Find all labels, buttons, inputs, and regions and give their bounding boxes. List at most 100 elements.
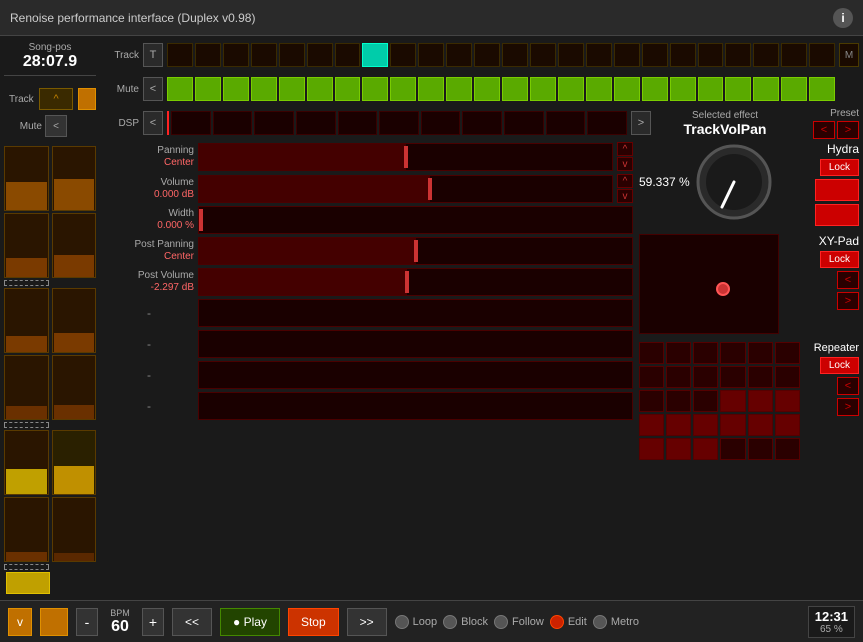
vert-slider-1[interactable] [4, 146, 49, 211]
hydra-red-box-1[interactable] [815, 179, 859, 201]
mute-cell-3[interactable] [251, 77, 277, 101]
bpm-minus-button[interactable]: - [76, 608, 98, 636]
rep-17[interactable] [775, 390, 800, 412]
mute-cell-22[interactable] [781, 77, 807, 101]
track-cell-8[interactable] [390, 43, 416, 67]
mute-cell-12[interactable] [502, 77, 528, 101]
vert-slider-4[interactable] [4, 355, 49, 420]
mute-cell-17[interactable] [642, 77, 668, 101]
hydra-red-box-2[interactable] [815, 204, 859, 226]
rep-5[interactable] [775, 342, 800, 364]
mute-cell-4[interactable] [279, 77, 305, 101]
metro-toggle[interactable]: Metro [593, 615, 639, 629]
dsp-cell-4[interactable] [296, 111, 336, 135]
stop-button[interactable]: Stop [288, 608, 339, 636]
play-button[interactable]: ● Play [220, 608, 280, 636]
rep-9[interactable] [720, 366, 745, 388]
track-cell-11[interactable] [474, 43, 500, 67]
rep-3[interactable] [720, 342, 745, 364]
mute-cell-13[interactable] [530, 77, 556, 101]
rep-11[interactable] [775, 366, 800, 388]
track-cell-17[interactable] [642, 43, 668, 67]
xy-pad-canvas[interactable] [639, 234, 779, 334]
rep-6[interactable] [639, 366, 664, 388]
post-panning-thumb[interactable] [414, 240, 418, 262]
rep-27[interactable] [720, 438, 745, 460]
volume-thumb[interactable] [428, 178, 432, 200]
mute-cell-6[interactable] [335, 77, 361, 101]
volume-slider[interactable] [198, 175, 613, 203]
track-nav-left[interactable]: T [143, 43, 163, 67]
rep-13[interactable] [666, 390, 691, 412]
preset-prev-btn[interactable]: < [813, 121, 835, 139]
panning-dn-btn[interactable]: v [617, 157, 633, 171]
rep-10[interactable] [748, 366, 773, 388]
rewind-button[interactable]: << [172, 608, 212, 636]
track-cell-22[interactable] [781, 43, 807, 67]
track-cell-6[interactable] [335, 43, 361, 67]
v-button[interactable]: v [8, 608, 32, 636]
track-cell-2[interactable] [223, 43, 249, 67]
preset-next-btn[interactable]: > [837, 121, 859, 139]
volume-up-btn[interactable]: ^ [617, 174, 633, 188]
edit-toggle[interactable]: Edit [550, 615, 587, 629]
repeater-lock-button[interactable]: Lock [820, 357, 859, 374]
panning-thumb[interactable] [404, 146, 408, 168]
vert-slider-3[interactable] [4, 288, 49, 353]
dsp-cell-7[interactable] [421, 111, 461, 135]
rep-29[interactable] [775, 438, 800, 460]
dsp-cell-8[interactable] [462, 111, 502, 135]
forward-button[interactable]: >> [347, 608, 387, 636]
knob-svg[interactable] [694, 142, 774, 222]
track-cell-13[interactable] [530, 43, 556, 67]
vert-slider-r2[interactable] [52, 213, 97, 278]
mute-nav-btn[interactable]: < [45, 115, 67, 137]
track-cell-12[interactable] [502, 43, 528, 67]
mute-cell-11[interactable] [474, 77, 500, 101]
post-volume-thumb[interactable] [405, 271, 409, 293]
loop-toggle[interactable]: Loop [395, 615, 437, 629]
bottom-orange-square[interactable] [40, 608, 68, 636]
track-cell-23[interactable] [809, 43, 835, 67]
rep-1[interactable] [666, 342, 691, 364]
follow-toggle[interactable]: Follow [494, 615, 544, 629]
mute-cell-18[interactable] [670, 77, 696, 101]
repeater-nav-up[interactable]: < [837, 377, 859, 395]
rep-26[interactable] [693, 438, 718, 460]
rep-2[interactable] [693, 342, 718, 364]
mute-cell-10[interactable] [446, 77, 472, 101]
dsp-cell-3[interactable] [254, 111, 294, 135]
rep-15[interactable] [720, 390, 745, 412]
track-cell-4[interactable] [279, 43, 305, 67]
rep-4[interactable] [748, 342, 773, 364]
post-panning-slider[interactable] [198, 237, 633, 265]
track-cell-18[interactable] [670, 43, 696, 67]
empty-slider-2[interactable] [198, 330, 633, 358]
track-cell-5[interactable] [307, 43, 333, 67]
vert-slider-r3[interactable] [52, 288, 97, 353]
dsp-cell-9[interactable] [504, 111, 544, 135]
mute-cell-0[interactable] [167, 77, 193, 101]
mute-cell-16[interactable] [614, 77, 640, 101]
repeater-nav-down[interactable]: > [837, 398, 859, 416]
track-cell-0[interactable] [167, 43, 193, 67]
mute-nav-btn[interactable]: < [143, 77, 163, 101]
xy-thumb[interactable] [716, 282, 730, 296]
dsp-cell-0[interactable] [167, 111, 169, 135]
xy-lock-button[interactable]: Lock [820, 251, 859, 268]
vert-slider-5[interactable] [4, 430, 49, 495]
volume-dn-btn[interactable]: v [617, 189, 633, 203]
rep-19[interactable] [666, 414, 691, 436]
bpm-plus-button[interactable]: + [142, 608, 164, 636]
empty-slider-1[interactable] [198, 299, 633, 327]
rep-14[interactable] [693, 390, 718, 412]
empty-slider-3[interactable] [198, 361, 633, 389]
post-volume-slider[interactable] [198, 268, 633, 296]
rep-28[interactable] [748, 438, 773, 460]
block-toggle[interactable]: Block [443, 615, 488, 629]
dsp-nav-left[interactable]: < [143, 111, 163, 135]
mute-cell-23[interactable] [809, 77, 835, 101]
dsp-nav-right[interactable]: > [631, 111, 651, 135]
rep-23[interactable] [775, 414, 800, 436]
info-button[interactable]: i [833, 8, 853, 28]
